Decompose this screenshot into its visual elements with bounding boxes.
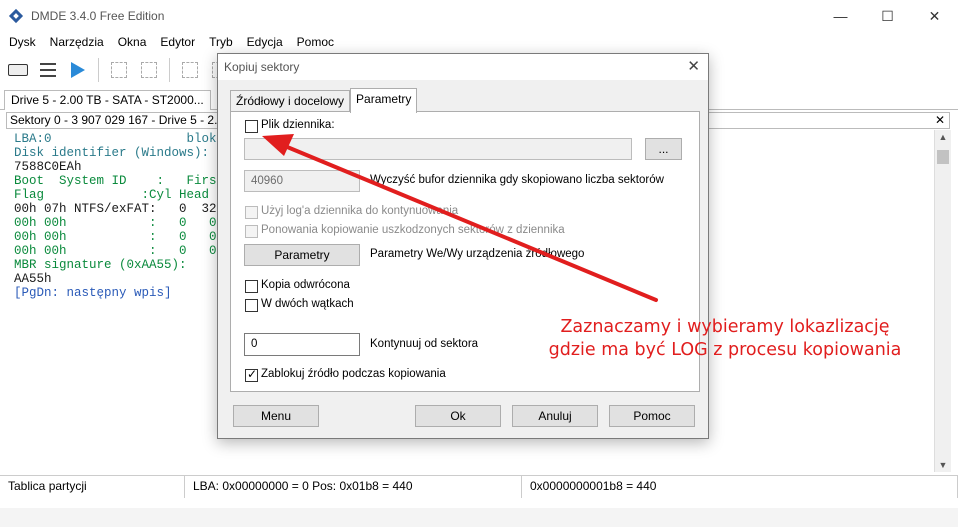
list-icon bbox=[40, 63, 56, 77]
partitions-button[interactable] bbox=[34, 56, 62, 84]
console-line: LBA:0 bbox=[14, 132, 52, 146]
window-title: DMDE 3.4.0 Free Edition bbox=[31, 9, 165, 23]
continue-sector-input[interactable]: 0 bbox=[244, 333, 360, 356]
panel-close-icon[interactable]: ✕ bbox=[935, 113, 945, 128]
status-offset: 0x0000000001b8 = 440 bbox=[522, 476, 958, 498]
disabled-icon bbox=[111, 62, 127, 78]
help-button[interactable]: Pomoc bbox=[609, 405, 695, 427]
browse-button[interactable]: ... bbox=[645, 138, 682, 160]
close-window-button[interactable]: ✕ bbox=[911, 0, 958, 32]
annotation-text: Zaznaczamy i wybieramy lokazlizację gdzi… bbox=[510, 316, 940, 362]
tab-source-target[interactable]: Źródłowy i docelowy bbox=[230, 90, 351, 112]
annotation-line-2: gdzie ma być LOG z procesu kopiowania bbox=[548, 340, 902, 360]
lock-source-checkbox[interactable] bbox=[245, 367, 258, 382]
scroll-down-icon[interactable]: ▼ bbox=[935, 460, 951, 470]
io-parameters-label: Parametry We/Wy urządzenia źródłowego bbox=[370, 248, 585, 260]
console-line: 00h 00h : 0 0 bbox=[14, 244, 232, 258]
background-window-strip bbox=[0, 508, 958, 527]
toolbar-button-disabled-3[interactable] bbox=[176, 56, 204, 84]
menu-edycja[interactable]: Edycja bbox=[240, 35, 290, 49]
dialog-close-icon[interactable]: ✕ bbox=[687, 57, 700, 75]
maximize-button[interactable]: ☐ bbox=[864, 0, 911, 32]
menu-narzedzia[interactable]: Narzędzia bbox=[43, 35, 111, 49]
menu-button[interactable]: Menu bbox=[233, 405, 319, 427]
status-partition-table: Tablica partycji bbox=[0, 476, 185, 498]
lock-source-label: Zablokuj źródło podczas kopiowania bbox=[261, 368, 446, 380]
status-bar: Tablica partycji LBA: 0x00000000 = 0 Pos… bbox=[0, 475, 958, 498]
toolbar-button-disabled-1[interactable] bbox=[105, 56, 133, 84]
tab-drive-5[interactable]: Drive 5 - 2.00 TB - SATA - ST2000... bbox=[4, 90, 211, 110]
console-line: [PgDn: następny wpis] bbox=[14, 286, 172, 300]
two-threads-label: W dwóch wątkach bbox=[261, 298, 354, 310]
console-line: 7588C0EAh bbox=[14, 160, 82, 174]
console-line: Boot System ID : First bbox=[14, 174, 225, 188]
menu-okna[interactable]: Okna bbox=[111, 35, 154, 49]
play-button[interactable] bbox=[64, 56, 92, 84]
toolbar-separator bbox=[98, 58, 99, 82]
continue-sector-label: Kontynuuj od sektora bbox=[370, 338, 479, 350]
flush-sectors-input[interactable]: 40960 bbox=[244, 170, 360, 192]
two-threads-checkbox[interactable] bbox=[245, 299, 258, 312]
sector-panel-title: Sektory 0 - 3 907 029 167 - Drive 5 - 2.… bbox=[10, 113, 231, 127]
flush-sectors-label: Wyczyść bufor dziennika gdy skopiowano l… bbox=[370, 174, 664, 186]
use-log-label: Użyj log'a dziennika do kontynuowania bbox=[261, 205, 459, 217]
table-icon bbox=[182, 62, 198, 78]
scroll-up-icon[interactable]: ▲ bbox=[935, 132, 951, 142]
console-line: Flag :Cyl Head S bbox=[14, 188, 225, 202]
drive-icon bbox=[8, 64, 28, 76]
ok-button[interactable]: Ok bbox=[415, 405, 501, 427]
log-file-checkbox[interactable] bbox=[245, 120, 258, 133]
status-lba: LBA: 0x00000000 = 0 Pos: 0x01b8 = 440 bbox=[185, 476, 522, 498]
menu-bar: Dysk Narzędzia Okna Edytor Tryb Edycja P… bbox=[0, 32, 958, 52]
console-line: 00h 07h NTFS/exFAT: 0 32 3 bbox=[14, 202, 232, 216]
window-controls: — ☐ ✕ bbox=[817, 0, 958, 32]
use-log-checkbox[interactable] bbox=[245, 206, 258, 219]
app-logo-icon bbox=[8, 8, 24, 24]
play-icon bbox=[71, 62, 85, 78]
menu-pomoc[interactable]: Pomoc bbox=[290, 35, 341, 49]
minimize-button[interactable]: — bbox=[817, 0, 864, 32]
console-scrollbar[interactable]: ▲ ▼ bbox=[934, 130, 951, 472]
console-line: AA55h bbox=[14, 272, 52, 286]
console-line: 00h 00h : 0 0 bbox=[14, 230, 232, 244]
sparkle-icon bbox=[141, 62, 157, 78]
retry-bad-label: Ponowania kopiowanie uszkodzonych sektor… bbox=[261, 224, 565, 236]
reverse-copy-checkbox[interactable] bbox=[245, 280, 258, 293]
menu-dysk[interactable]: Dysk bbox=[2, 35, 43, 49]
toolbar-separator bbox=[169, 58, 170, 82]
copy-sectors-dialog: Kopiuj sektory ✕ Źródłowy i docelowy Par… bbox=[217, 53, 709, 439]
title-bar: DMDE 3.4.0 Free Edition — ☐ ✕ bbox=[0, 0, 958, 32]
retry-bad-checkbox[interactable] bbox=[245, 225, 258, 238]
annotation-line-1: Zaznaczamy i wybieramy lokazlizację bbox=[560, 317, 890, 337]
tab-parameters[interactable]: Parametry bbox=[350, 88, 418, 113]
io-parameters-button[interactable]: Parametry bbox=[244, 244, 360, 266]
menu-edytor[interactable]: Edytor bbox=[153, 35, 202, 49]
menu-tryb[interactable]: Tryb bbox=[202, 35, 240, 49]
toolbar-button-disabled-2[interactable] bbox=[135, 56, 163, 84]
console-line: MBR signature (0xAA55): bbox=[14, 258, 187, 272]
scroll-thumb[interactable] bbox=[937, 150, 949, 164]
cancel-button[interactable]: Anuluj bbox=[512, 405, 598, 427]
drive-button[interactable] bbox=[4, 56, 32, 84]
console-line: 00h 00h : 0 0 bbox=[14, 216, 232, 230]
log-file-input[interactable] bbox=[244, 138, 632, 160]
reverse-copy-label: Kopia odwrócona bbox=[261, 279, 350, 291]
dialog-tabs: Źródłowy i docelowy Parametry bbox=[230, 88, 418, 113]
log-file-label: Plik dziennika: bbox=[261, 119, 335, 131]
dialog-title: Kopiuj sektory bbox=[218, 54, 708, 80]
console-line: Disk identifier (Windows): bbox=[14, 146, 210, 160]
